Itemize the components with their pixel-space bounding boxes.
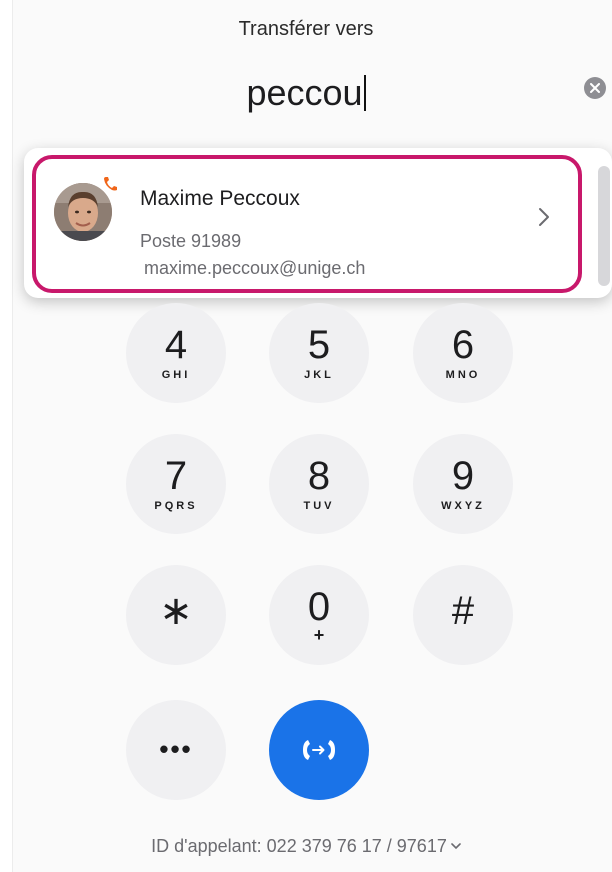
key-digit: 0	[307, 585, 331, 629]
close-icon	[590, 83, 600, 93]
chevron-right-icon	[539, 208, 549, 226]
key-4[interactable]: 4 GHI	[126, 303, 226, 403]
key-digit: 9	[451, 454, 475, 498]
key-letters: +	[313, 625, 325, 645]
key-hash[interactable]: #	[413, 565, 513, 665]
key-8[interactable]: 8 TUV	[269, 434, 369, 534]
results-scrollbar[interactable]	[598, 166, 610, 286]
key-symbol: ∗	[159, 589, 193, 633]
search-input[interactable]: peccou	[0, 72, 612, 114]
search-value: peccou	[246, 72, 363, 113]
text-caret	[363, 75, 366, 111]
key-letters: JKL	[304, 369, 334, 381]
key-star[interactable]: ∗	[126, 565, 226, 665]
key-letters: MNO	[445, 369, 481, 381]
chevron-down-icon	[451, 843, 461, 850]
panel-title: Transférer vers	[238, 18, 374, 40]
key-0[interactable]: 0 +	[269, 565, 369, 665]
key-digit: 7	[164, 454, 188, 498]
contact-extension: Poste 91989	[140, 231, 242, 251]
contact-result[interactable]: Maxime Peccoux Poste 91989 maxime.peccou…	[32, 155, 582, 293]
key-digit: 8	[307, 454, 331, 498]
caller-id-selector[interactable]: ID d'appelant: 022 379 76 17 / 97617	[0, 836, 612, 857]
key-5[interactable]: 5 JKL	[269, 303, 369, 403]
key-letters: PQRS	[154, 500, 198, 512]
phone-status-icon	[104, 177, 117, 191]
key-9[interactable]: 9 WXYZ	[413, 434, 513, 534]
key-digit: 5	[307, 323, 331, 367]
key-letters: TUV	[303, 500, 335, 512]
key-7[interactable]: 7 PQRS	[126, 434, 226, 534]
caller-id-text: ID d'appelant: 022 379 76 17 / 97617	[151, 836, 447, 856]
key-digit: 4	[164, 323, 188, 367]
key-symbol: #	[451, 589, 475, 633]
transfer-call-button[interactable]	[269, 700, 369, 800]
key-digit: 6	[451, 323, 475, 367]
transfer-call-icon	[303, 740, 335, 760]
contact-email: maxime.peccoux@unige.ch	[144, 258, 366, 278]
key-letters: WXYZ	[441, 500, 485, 512]
key-6[interactable]: 6 MNO	[413, 303, 513, 403]
key-letters: GHI	[161, 369, 191, 381]
more-options-button[interactable]: •••	[126, 700, 226, 800]
more-icon: •••	[159, 734, 193, 764]
contact-name: Maxime Peccoux	[140, 187, 300, 210]
clear-search-button[interactable]	[584, 77, 606, 99]
